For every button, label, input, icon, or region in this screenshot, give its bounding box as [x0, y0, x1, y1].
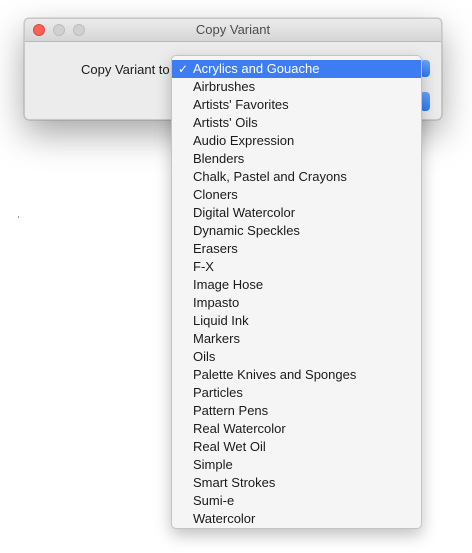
menu-item-label: Simple [193, 457, 233, 472]
menu-item-label: Particles [193, 385, 243, 400]
menu-item[interactable]: Impasto [172, 294, 421, 312]
menu-item-label: Sumi-e [193, 493, 235, 508]
menu-item-label: F-X [193, 259, 214, 274]
menu-item[interactable]: Artists' Favorites [172, 96, 421, 114]
menu-item-label: Acrylics and Gouache [193, 61, 320, 76]
menu-item[interactable]: Blenders [172, 150, 421, 168]
menu-item[interactable]: Palette Knives and Sponges [172, 366, 421, 384]
menu-item[interactable]: Liquid Ink [172, 312, 421, 330]
menu-item-label: Digital Watercolor [193, 205, 296, 220]
menu-item[interactable]: Particles [172, 384, 421, 402]
menu-item-label: Dynamic Speckles [193, 223, 300, 238]
menu-item-label: Palette Knives and Sponges [193, 367, 357, 382]
menu-item-label: Smart Strokes [193, 475, 276, 490]
menu-item[interactable]: Airbrushes [172, 78, 421, 96]
menu-item-label: Airbrushes [193, 79, 256, 94]
menu-item[interactable]: Chalk, Pastel and Crayons [172, 168, 421, 186]
menu-item[interactable]: Oils [172, 348, 421, 366]
menu-item[interactable]: Digital Watercolor [172, 204, 421, 222]
menu-item[interactable]: Simple [172, 456, 421, 474]
menu-item-label: Erasers [193, 241, 238, 256]
menu-item[interactable]: Smart Strokes [172, 474, 421, 492]
menu-item[interactable]: Real Wet Oil [172, 438, 421, 456]
title-bar[interactable]: Copy Variant [25, 19, 441, 42]
menu-item[interactable]: Image Hose [172, 276, 421, 294]
menu-item-label: Watercolor [193, 511, 256, 526]
menu-item[interactable]: Markers [172, 330, 421, 348]
menu-item-label: Real Wet Oil [193, 439, 266, 454]
menu-item[interactable]: Dynamic Speckles [172, 222, 421, 240]
window-title: Copy Variant [195, 22, 271, 37]
menu-item-label: Cloners [193, 187, 238, 202]
menu-item[interactable]: Erasers [172, 240, 421, 258]
menu-item[interactable]: ✓ Acrylics and Gouache [172, 60, 421, 78]
menu-item-label: Oils [193, 349, 216, 364]
menu-item-label: Artists' Oils [193, 115, 258, 130]
menu-item-label: Real Watercolor [193, 421, 286, 436]
background-speck [18, 216, 19, 218]
category-dropdown-menu[interactable]: ✓ Acrylics and Gouache Airbrushes Artists' … [171, 55, 422, 529]
copy-variant-label: Copy Variant to [81, 62, 170, 77]
menu-item[interactable]: Cloners [172, 186, 421, 204]
menu-item-label: Pattern Pens [193, 403, 269, 418]
menu-item[interactable]: Real Watercolor [172, 420, 421, 438]
menu-item-label: Chalk, Pastel and Crayons [193, 169, 347, 184]
menu-item-label: Impasto [193, 295, 240, 310]
menu-item-label: Image Hose [193, 277, 264, 292]
menu-item[interactable]: Audio Expression [172, 132, 421, 150]
menu-item[interactable]: Sumi-e [172, 492, 421, 510]
checkmark-icon: ✓ [178, 62, 189, 76]
menu-item-label: Liquid Ink [193, 313, 249, 328]
menu-item-label: Markers [193, 331, 240, 346]
menu-item-label: Artists' Favorites [193, 97, 289, 112]
menu-item[interactable]: F-X [172, 258, 421, 276]
menu-item[interactable]: Pattern Pens [172, 402, 421, 420]
menu-item-label: Audio Expression [193, 133, 295, 148]
menu-item[interactable]: Watercolor [172, 510, 421, 528]
menu-item-label: Blenders [193, 151, 245, 166]
menu-item[interactable]: Artists' Oils [172, 114, 421, 132]
